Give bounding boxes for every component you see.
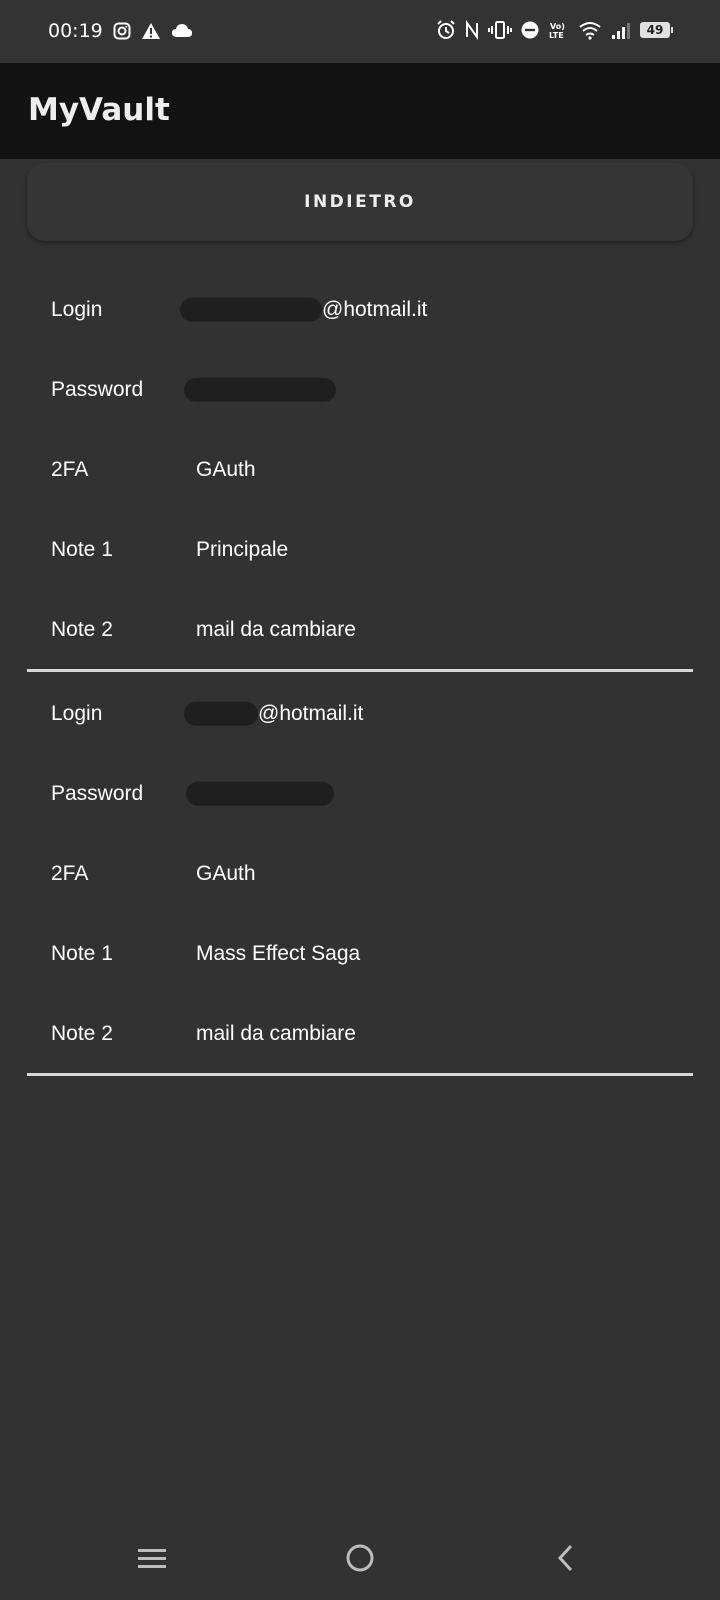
redacted-mask: [184, 378, 336, 403]
entry-divider: [27, 669, 693, 672]
note2-label: Note 2: [51, 1022, 113, 1045]
login-domain: @hotmail.it: [258, 701, 364, 725]
note1-value: Principale: [196, 538, 289, 561]
status-time: 00:19: [48, 20, 103, 42]
back-button[interactable]: INDIETRO: [27, 163, 693, 241]
signal-icon: [610, 20, 632, 40]
password-label: Password: [51, 782, 144, 805]
note2-value: mail da cambiare: [196, 618, 356, 641]
note1-label: Note 1: [51, 942, 113, 965]
password-row: Password: [0, 754, 720, 834]
note2-value: mail da cambiare: [196, 1022, 356, 1045]
home-icon[interactable]: [340, 1538, 380, 1578]
instagram-icon: [113, 22, 131, 40]
dnd-icon: [520, 20, 540, 40]
password-label: Password: [51, 378, 144, 401]
volte-icon: Vo) LTE: [548, 20, 570, 40]
note1-row: Note 1 Principale: [0, 510, 720, 590]
credential-entry: Login @hotmail.it Password 2FA GAuth Not…: [0, 270, 720, 670]
app-title: MyVault: [28, 92, 170, 128]
note1-value: Mass Effect Saga: [196, 942, 361, 965]
twofa-value: GAuth: [196, 862, 256, 885]
app-bar: MyVault: [0, 63, 720, 159]
twofa-row: 2FA GAuth: [0, 834, 720, 914]
status-right: Vo) LTE 49: [436, 20, 673, 40]
login-value: @hotmail.it: [180, 297, 428, 323]
twofa-label: 2FA: [51, 862, 89, 885]
wifi-icon: [578, 20, 602, 40]
twofa-label: 2FA: [51, 458, 89, 481]
status-left: 00:19: [48, 20, 193, 42]
credential-entry: Login @hotmail.it Password 2FA GAuth Not…: [0, 674, 720, 1074]
vibrate-icon: [488, 20, 512, 40]
status-bar: 00:19 Vo) LTE 49: [0, 0, 720, 63]
login-label: Login: [51, 298, 103, 321]
menu-icon[interactable]: [132, 1538, 172, 1578]
alarm-icon: [436, 20, 456, 40]
note2-row: Note 2 mail da cambiare: [0, 994, 720, 1074]
battery-icon: 49: [640, 22, 673, 38]
redacted-mask: [180, 298, 322, 323]
back-icon[interactable]: [546, 1538, 586, 1578]
note2-row: Note 2 mail da cambiare: [0, 590, 720, 670]
svg-text:LTE: LTE: [549, 31, 564, 40]
login-label: Login: [51, 702, 103, 725]
note1-row: Note 1 Mass Effect Saga: [0, 914, 720, 994]
note2-label: Note 2: [51, 618, 113, 641]
entry-divider: [27, 1073, 693, 1076]
password-value: [184, 378, 336, 403]
nav-bar: [0, 1510, 720, 1600]
login-row: Login @hotmail.it: [0, 270, 720, 350]
nfc-icon: [464, 20, 480, 40]
twofa-value: GAuth: [196, 458, 256, 481]
cloud-icon: [171, 23, 193, 39]
twofa-row: 2FA GAuth: [0, 430, 720, 510]
svg-text:Vo): Vo): [550, 22, 565, 31]
password-value: [186, 782, 334, 807]
redacted-mask: [186, 782, 334, 807]
login-row: Login @hotmail.it: [0, 674, 720, 754]
login-value: @hotmail.it: [184, 701, 364, 727]
note1-label: Note 1: [51, 538, 113, 561]
login-domain: @hotmail.it: [322, 297, 428, 321]
redacted-mask: [184, 702, 258, 727]
password-row: Password: [0, 350, 720, 430]
warning-icon: [141, 22, 161, 40]
